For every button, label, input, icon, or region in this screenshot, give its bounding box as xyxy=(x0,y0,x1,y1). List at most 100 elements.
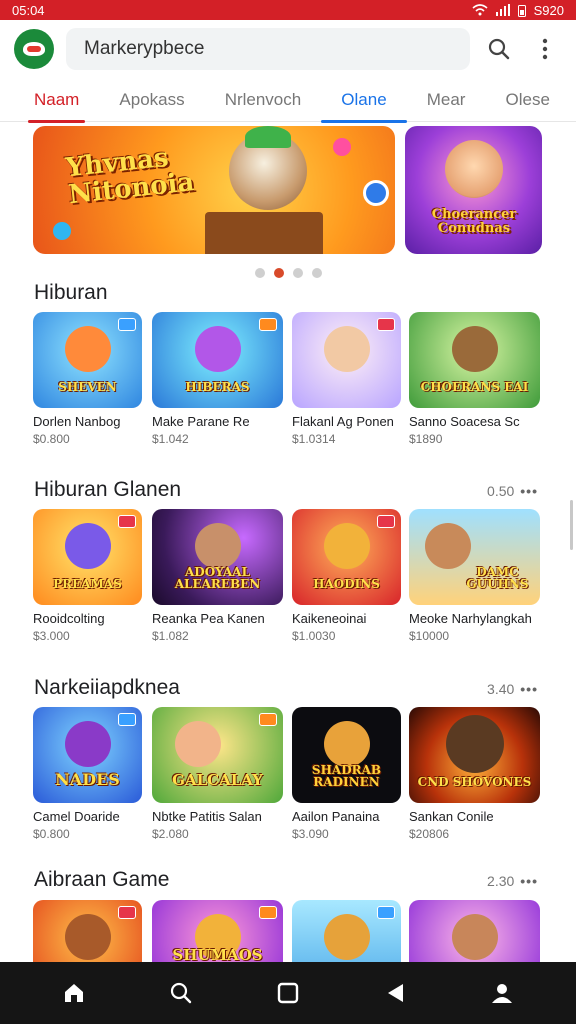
app-price: $2.080 xyxy=(152,827,189,841)
carousel-dot[interactable] xyxy=(292,268,303,278)
app-card[interactable]: HIBERAS Make Parane Re $1.042 xyxy=(152,312,283,446)
app-card[interactable]: Flakanl Ag Ponen $1.0314 xyxy=(292,312,401,446)
app-name: Rooidcolting xyxy=(33,611,105,626)
character-art xyxy=(64,326,111,372)
character-art xyxy=(323,523,370,569)
featured-banner-side[interactable]: Choerancer Conudnas xyxy=(405,126,542,254)
app-thumbnail: SHADRAB RADINEN xyxy=(292,707,401,803)
app-price: $1890 xyxy=(409,432,443,446)
nav-search-button[interactable] xyxy=(161,973,201,1013)
battery-icon xyxy=(517,4,526,17)
section-more[interactable]: 2.30 ••• xyxy=(487,873,538,889)
thumb-title: NADES xyxy=(55,770,120,790)
section-more[interactable]: 0.50 ••• xyxy=(487,483,538,499)
app-name: Sankan Conile xyxy=(409,809,494,824)
thumb-title: HIBERAS xyxy=(185,380,250,395)
character-art xyxy=(323,914,370,960)
app-card[interactable]: SHEVEN Dorlen Nanbog $0.800 xyxy=(33,312,142,446)
tab-1[interactable]: Apokass xyxy=(119,78,184,122)
character-art xyxy=(64,914,111,960)
section-more-value: 2.30 xyxy=(487,873,515,889)
app-thumbnail: GALCALAY xyxy=(152,707,283,803)
carousel-dot[interactable] xyxy=(254,268,265,278)
app-card[interactable]: CND SHOVONES Sankan Conile $20806 xyxy=(409,707,540,841)
app-price: $0.800 xyxy=(33,827,70,841)
tab-3[interactable]: Olane xyxy=(321,78,408,123)
app-thumbnail: CHOERANS EAI xyxy=(409,312,540,408)
search-button[interactable] xyxy=(482,32,516,66)
scrollbar[interactable] xyxy=(570,500,573,550)
square-icon xyxy=(277,982,299,1004)
app-logo-icon[interactable] xyxy=(14,29,54,69)
tab-2[interactable]: Nrlenvoch xyxy=(225,78,302,122)
badge-icon xyxy=(259,713,277,726)
app-price: $0.800 xyxy=(33,432,70,446)
banner-side-mascot xyxy=(445,140,503,198)
thumb-title: ADOYAAL ALEAREBEN xyxy=(174,564,261,592)
character-art xyxy=(194,326,241,372)
banner-mascot-hair xyxy=(245,126,291,148)
featured-banner-main[interactable]: Yhvnas Nitonoia xyxy=(33,126,395,254)
back-icon xyxy=(388,984,404,1002)
section-title: Narkeiiapdknea xyxy=(34,676,180,699)
app-card[interactable]: ADOYAAL ALEAREBEN Reanka Pea Kanen $1.08… xyxy=(152,509,283,643)
status-right-text: S920 xyxy=(533,2,564,18)
app-name: Reanka Pea Kanen xyxy=(152,611,265,626)
nav-home-button[interactable] xyxy=(54,973,94,1013)
app-name: Meoke Narhylangkah xyxy=(409,611,532,626)
badge-icon xyxy=(259,906,277,919)
app-thumbnail: NADES xyxy=(33,707,142,803)
app-card[interactable]: SHADRAB RADINEN Aailon Panaina $3.090 xyxy=(292,707,401,841)
search-icon xyxy=(488,38,510,60)
badge-icon xyxy=(259,318,277,331)
badge-icon xyxy=(377,906,395,919)
app-name: Sanno Soacesa Sc xyxy=(409,414,520,429)
banner-gem xyxy=(333,138,351,156)
character-art xyxy=(425,523,472,569)
tab-5[interactable]: Olese xyxy=(506,78,550,122)
character-art xyxy=(64,721,111,767)
nav-back-button[interactable] xyxy=(375,973,415,1013)
thumb-title: GALCALAY xyxy=(172,771,263,790)
carousel-dot-active[interactable] xyxy=(273,268,284,278)
app-thumbnail: SHEVEN xyxy=(33,312,142,408)
banner-box xyxy=(205,212,323,254)
tab-0[interactable]: Naam xyxy=(27,78,86,123)
badge-icon xyxy=(377,515,395,528)
app-thumbnail: PREAMAS xyxy=(33,509,142,605)
app-name: Flakanl Ag Ponen xyxy=(292,414,394,429)
character-art xyxy=(323,326,370,372)
more-horiz-icon: ••• xyxy=(520,873,538,889)
wifi-icon xyxy=(472,4,488,16)
app-card[interactable]: PREAMAS Rooidcolting $3.000 xyxy=(33,509,142,643)
app-card[interactable]: HAODINS Kaikeneoinai $1.0030 xyxy=(292,509,401,643)
section-more[interactable]: 3.40 ••• xyxy=(487,681,538,697)
app-card[interactable]: GALCALAY Nbtke Patitis Salan $2.080 xyxy=(152,707,283,841)
app-card[interactable]: NADES Camel Doaride $0.800 xyxy=(33,707,142,841)
search-field-text: Markerypbece xyxy=(84,38,205,59)
banner-side-title: Choerancer Conudnas xyxy=(431,207,517,236)
search-field[interactable]: Markerypbece xyxy=(66,28,470,70)
tab-4[interactable]: Mear xyxy=(427,78,466,122)
overflow-menu-button[interactable] xyxy=(528,32,562,66)
app-name: Make Parane Re xyxy=(152,414,250,429)
banner-gem xyxy=(53,222,71,240)
app-card[interactable]: CHOERANS EAI Sanno Soacesa Sc $1890 xyxy=(409,312,540,446)
nav-profile-button[interactable] xyxy=(482,973,522,1013)
app-card[interactable]: DAMC GUUHNS Meoke Narhylangkah $10000 xyxy=(409,509,540,643)
section-title: Aibraan Game xyxy=(34,868,170,891)
app-thumbnail: HIBERAS xyxy=(152,312,283,408)
character-art xyxy=(445,715,504,773)
category-tabs: Naam Apokass Nrlenvoch Olane Mear Olese xyxy=(0,78,576,123)
more-horiz-icon: ••• xyxy=(520,681,538,697)
nav-recents-button[interactable] xyxy=(268,973,308,1013)
app-thumbnail: DAMC GUUHNS xyxy=(409,509,540,605)
thumb-title: CHOERANS EAI xyxy=(420,380,529,395)
app-price: $20806 xyxy=(409,827,450,841)
app-price: $1.082 xyxy=(152,629,189,643)
app-price: $3.090 xyxy=(292,827,329,841)
carousel-dot[interactable] xyxy=(311,268,322,278)
more-horiz-icon: ••• xyxy=(520,483,538,499)
badge-icon xyxy=(118,713,136,726)
thumb-title: DAMC GUUHNS xyxy=(466,564,529,592)
